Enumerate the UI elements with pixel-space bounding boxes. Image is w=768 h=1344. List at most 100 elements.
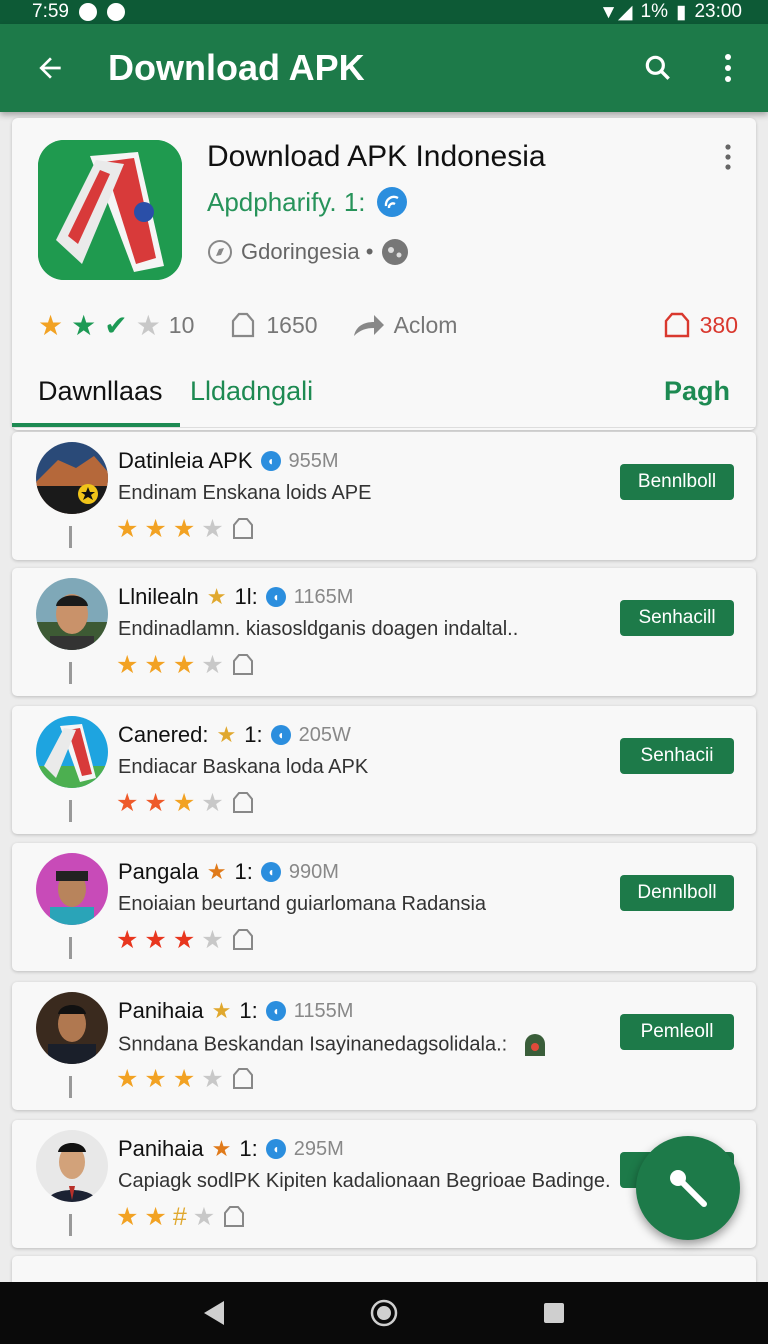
page-title: Download APK <box>108 47 365 88</box>
more-vert-icon <box>725 54 731 82</box>
item-badge: 1l: <box>234 584 258 609</box>
signal-icon: ▼◢ <box>599 1 633 23</box>
item-size: 295M <box>293 1137 344 1160</box>
divider <box>69 526 72 548</box>
report-stat[interactable]: 380 <box>662 311 738 339</box>
globe-icon <box>382 239 409 265</box>
hero-more-button[interactable] <box>724 144 732 175</box>
verified-icon: ◖ <box>265 1139 286 1159</box>
notification-icon-2 <box>106 3 125 21</box>
star-icon: ★ <box>116 515 139 543</box>
item-title: Pangala ★ 1: ◖ 990M <box>118 859 339 885</box>
list-item[interactable]: Pangala ★ 1: ◖ 990M Enoiaian beurtand gu… <box>12 843 756 971</box>
app-header-card: Download APK Indonesia Apdpharify. 1: Gd… <box>12 118 756 430</box>
download-button[interactable]: Bennlboll <box>620 464 734 500</box>
system-nav-bar <box>0 1282 768 1344</box>
app-bar: Download APK <box>0 24 768 112</box>
developer-link[interactable]: Apdpharify. 1: <box>207 186 408 218</box>
tab-indicator <box>12 423 180 427</box>
list-item[interactable]: Datinleia APK ◖ 955M Endinam Enskana loi… <box>12 432 756 560</box>
star-icon: ★ <box>116 926 139 954</box>
app-logo-icon <box>38 140 182 280</box>
category-row: Gdoringesia • <box>207 238 409 266</box>
star-icon: ★ <box>206 859 227 884</box>
category-label: Gdoringesia • <box>241 239 374 264</box>
item-name: Datinleia APK <box>118 448 253 473</box>
nav-back-icon[interactable] <box>202 1300 226 1326</box>
stats-row: ★ ★ ✔ ★ 10 1650 Aclom 380 <box>38 308 738 342</box>
avatar <box>36 578 108 650</box>
share-button[interactable]: Aclom <box>352 311 458 339</box>
tab-second[interactable]: Lldadngali <box>190 376 313 407</box>
item-rating: ★ ★ ★ ★ <box>116 650 256 680</box>
star-icon: ★ <box>172 651 196 679</box>
bookmark-icon <box>232 518 253 539</box>
compass-icon <box>208 240 232 264</box>
item-size: 1165M <box>293 585 354 608</box>
verified-icon: ◖ <box>260 862 281 882</box>
tab-downloads[interactable]: Dawnllaas <box>38 376 163 407</box>
verified-icon: ◖ <box>265 1001 286 1021</box>
nav-recents-icon[interactable] <box>542 1301 566 1325</box>
report-value: 380 <box>699 311 738 338</box>
item-description-text: Snndana Beskandan Isayinanedagsolidala.: <box>118 1033 508 1056</box>
star-icon: ★ <box>144 651 167 679</box>
list-item[interactable]: Canered: ★ 1: ◖ 205W Endiacar Baskana lo… <box>12 706 756 834</box>
item-size: 955M <box>288 449 339 472</box>
download-button[interactable]: Pemleoll <box>620 1014 734 1050</box>
download-button[interactable]: Dennlboll <box>620 875 734 911</box>
star-icon: ★ <box>116 789 139 817</box>
more-options-button[interactable] <box>688 24 768 112</box>
item-description: Endinam Enskana loids APE <box>118 482 372 504</box>
item-description: Enoiaian beurtand guiarlomana Radansia <box>118 893 487 915</box>
verified-icon <box>376 187 407 217</box>
star-icon: ★ <box>216 722 237 747</box>
divider <box>69 800 72 822</box>
item-name: Pangala <box>118 859 199 884</box>
item-name: Panihaia <box>118 1136 204 1161</box>
hash-icon: # <box>172 1202 187 1231</box>
back-button[interactable] <box>0 24 100 112</box>
item-badge: 1: <box>239 998 258 1023</box>
nav-home-icon[interactable] <box>370 1299 398 1327</box>
download-button[interactable]: Senhacii <box>620 738 734 774</box>
item-rating: ★ ★ ★ ★ <box>116 1064 256 1094</box>
avatar <box>36 853 108 925</box>
item-rating: ★ ★ # ★ <box>116 1202 247 1232</box>
item-badge: 1: <box>234 859 253 884</box>
battery-icon: ▮ <box>675 1 687 23</box>
tab-page[interactable]: Pagh <box>664 376 730 407</box>
verified-icon: ◖ <box>270 725 291 745</box>
star-icon: ★ <box>172 789 196 817</box>
downloads-stat: 1650 <box>228 311 318 339</box>
download-button[interactable]: Senhacill <box>620 600 734 636</box>
developer-name: Apdpharify. 1: <box>207 186 366 217</box>
star-icon: ★ <box>144 1203 167 1231</box>
star-icon: ★ <box>172 1065 196 1093</box>
share-label: Aclom <box>393 311 458 338</box>
star-icon: ★ <box>135 309 161 341</box>
bookmark-icon <box>232 654 253 675</box>
status-clock: 23:00 <box>694 1 742 22</box>
item-size: 1155M <box>293 999 354 1022</box>
rating-stat: ★ ★ ✔ ★ 10 <box>38 309 194 342</box>
item-description: Endinadlamn. kiasosldganis doagen indalt… <box>118 618 519 640</box>
list-item[interactable]: Llnilealn ★ 1l: ◖ 1165M Endinadlamn. kia… <box>12 568 756 696</box>
divider <box>69 1076 72 1098</box>
rating-value: 10 <box>168 311 195 338</box>
verified-icon: ◖ <box>265 587 286 607</box>
fab-search-icon <box>670 1170 707 1207</box>
list-item[interactable]: Panihaia ★ 1: ◖ 1155M Snndana Beskandan … <box>12 982 756 1110</box>
app-title: Download APK Indonesia <box>207 140 546 173</box>
more-vert-icon <box>725 144 731 170</box>
bookmark-icon <box>224 1206 245 1227</box>
star-icon: ★ <box>192 1203 216 1231</box>
item-rating: ★ ★ ★ ★ <box>116 925 256 955</box>
star-icon: ★ <box>71 309 97 341</box>
fab-search-button[interactable] <box>636 1136 740 1240</box>
star-icon: ★ <box>206 584 227 609</box>
bookmark-icon <box>232 792 253 813</box>
search-button[interactable] <box>628 24 688 112</box>
item-name: Canered: <box>118 722 209 747</box>
star-icon: ★ <box>116 1065 139 1093</box>
